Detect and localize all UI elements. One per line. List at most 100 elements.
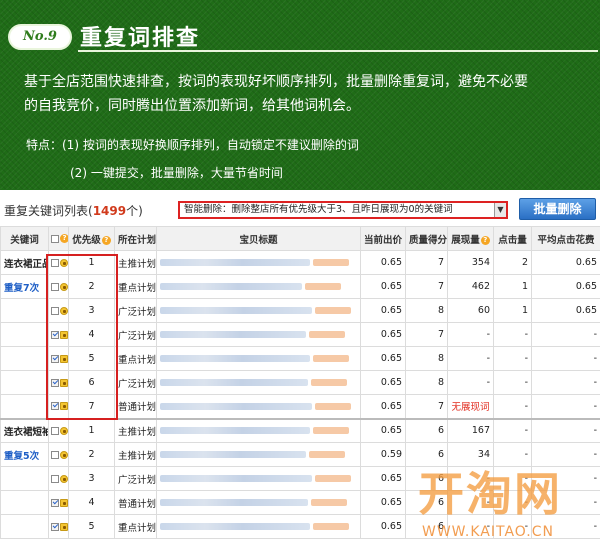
keyword-cell [0, 346, 49, 371]
row-checkbox[interactable] [51, 258, 59, 267]
avg-cpc-cell: - [531, 490, 600, 515]
lock-icon [60, 306, 68, 315]
lock-icon [60, 450, 68, 459]
table-row[interactable]: 6广泛计划40.658--- [0, 370, 600, 395]
item-title-cell [156, 298, 361, 323]
table-header-row: 关键词 ? 优先级? 所在计划 宝贝标题 当前出价 质量得分 展现量? 点击量 … [0, 226, 600, 251]
plan-cell: 广泛计划4 [114, 322, 157, 347]
chevron-down-icon[interactable]: ▼ [494, 203, 506, 217]
row-checkbox[interactable] [51, 378, 59, 387]
quality-score-cell: 6 [405, 417, 448, 443]
row-checkbox[interactable] [51, 402, 59, 411]
avg-cpc-cell: - [531, 322, 600, 347]
plan-cell: 广泛计划4 [114, 298, 157, 323]
number-badge: No.9 [8, 24, 72, 50]
edit-icon [60, 498, 68, 507]
keyword-cell: 连衣裙正品 [0, 250, 49, 275]
priority-cell: 3 [68, 298, 115, 323]
avg-cpc-cell: - [531, 346, 600, 371]
item-title-cell [156, 274, 361, 299]
row-checkbox[interactable] [51, 498, 59, 507]
row-checkbox[interactable] [51, 282, 59, 291]
quality-score-cell: 6 [405, 466, 448, 491]
quality-score-cell: 6 [405, 442, 448, 467]
blurred-title [160, 475, 312, 482]
clicks-cell: - [493, 442, 532, 467]
keyword-cell [0, 514, 49, 539]
duplicate-times[interactable]: 重复5次 [4, 451, 39, 462]
lock-icon [60, 258, 68, 267]
table-row[interactable]: 4广泛计划40.657--- [0, 322, 600, 347]
impressions-cell: - [447, 322, 494, 347]
select-all-checkbox[interactable] [51, 234, 59, 243]
impressions-cell: - [447, 370, 494, 395]
table-row[interactable]: 5重点计划20.656--- [0, 514, 600, 539]
table-row[interactable]: 5重点计划10.658--- [0, 346, 600, 371]
quality-score-cell: 8 [405, 346, 448, 371]
row-checkbox[interactable] [51, 354, 59, 363]
quality-score-cell: 7 [405, 322, 448, 347]
keyword-name: 连衣裙正品 [4, 258, 49, 270]
duplicate-keyword-table: 关键词 ? 优先级? 所在计划 宝贝标题 当前出价 质量得分 展现量? 点击量 … [0, 226, 600, 539]
header-priority-label: 优先级 [72, 234, 101, 246]
row-checkbox[interactable] [51, 522, 59, 531]
row-checkbox[interactable] [51, 330, 59, 339]
avg-cpc-cell: 0.65 [531, 250, 600, 275]
header-select-all: ? [48, 226, 69, 251]
quality-score-cell: 6 [405, 514, 448, 539]
table-row[interactable]: 3广泛计划40.656--- [0, 466, 600, 491]
table-row[interactable]: 7普通计划30.657无展现词-- [0, 394, 600, 419]
clicks-cell: - [493, 490, 532, 515]
row-checkbox[interactable] [51, 426, 59, 435]
table-row[interactable]: 重复7次2重点计划10.65746210.65 [0, 274, 600, 299]
impressions-cell: - [447, 490, 494, 515]
header-quality-score: 质量得分 [405, 226, 448, 251]
table-row[interactable]: 3广泛计划40.6586010.65 [0, 298, 600, 323]
plan-cell: 重点计划2 [114, 514, 157, 539]
duplicate-list-title: 重复关键词列表(1499个) [4, 202, 143, 219]
table-row[interactable]: 重复5次2主推计划10.59634-- [0, 442, 600, 467]
lock-icon [60, 474, 68, 483]
edit-icon [60, 402, 68, 411]
blurred-title [160, 307, 312, 314]
bid-cell: 0.65 [360, 298, 406, 323]
item-title-cell [156, 370, 361, 395]
row-checkbox[interactable] [51, 306, 59, 315]
smart-delete-select[interactable]: 智能删除：删除整店所有优先级大于3、且昨日展现为0的关键词 [178, 201, 508, 219]
clicks-cell: 1 [493, 274, 532, 299]
row-checkbox[interactable] [51, 450, 59, 459]
select-cell [48, 370, 69, 395]
help-icon[interactable]: ? [60, 234, 68, 243]
row-checkbox[interactable] [51, 474, 59, 483]
blurred-price [315, 475, 351, 482]
impressions-cell: - [447, 514, 494, 539]
header-plan: 所在计划 [114, 226, 157, 251]
impressions-cell: 无展现词 [447, 394, 494, 419]
blurred-price [315, 307, 351, 314]
blurred-title [160, 523, 310, 530]
table-row[interactable]: 4普通计划30.656--- [0, 490, 600, 515]
priority-cell: 3 [68, 466, 115, 491]
clicks-cell: - [493, 466, 532, 491]
blurred-price [313, 523, 349, 530]
item-title-cell [156, 346, 361, 371]
keyword-cell [0, 466, 49, 491]
help-icon[interactable]: ? [480, 235, 490, 245]
clicks-cell: - [493, 370, 532, 395]
header-avg-cpc: 平均点击花费 [531, 226, 600, 251]
help-icon[interactable]: ? [101, 235, 111, 245]
keyword-name: 连衣裙短袖 [4, 426, 49, 438]
quality-score-cell: 7 [405, 274, 448, 299]
duplicate-times[interactable]: 重复7次 [4, 283, 39, 294]
select-cell [48, 274, 69, 299]
bid-cell: 0.65 [360, 250, 406, 275]
bulk-delete-button[interactable]: 批量删除 [519, 198, 596, 220]
table-row[interactable]: 连衣裙正品1主推计划10.65735420.65 [0, 250, 600, 275]
duplicate-count: 1499 [92, 204, 127, 218]
blurred-price [305, 283, 341, 290]
clicks-cell: - [493, 322, 532, 347]
item-title-cell [156, 466, 361, 491]
blurred-title [160, 451, 306, 458]
table-row[interactable]: 连衣裙短袖1主推计划10.656167-- [0, 417, 600, 443]
bid-cell: 0.65 [360, 394, 406, 419]
